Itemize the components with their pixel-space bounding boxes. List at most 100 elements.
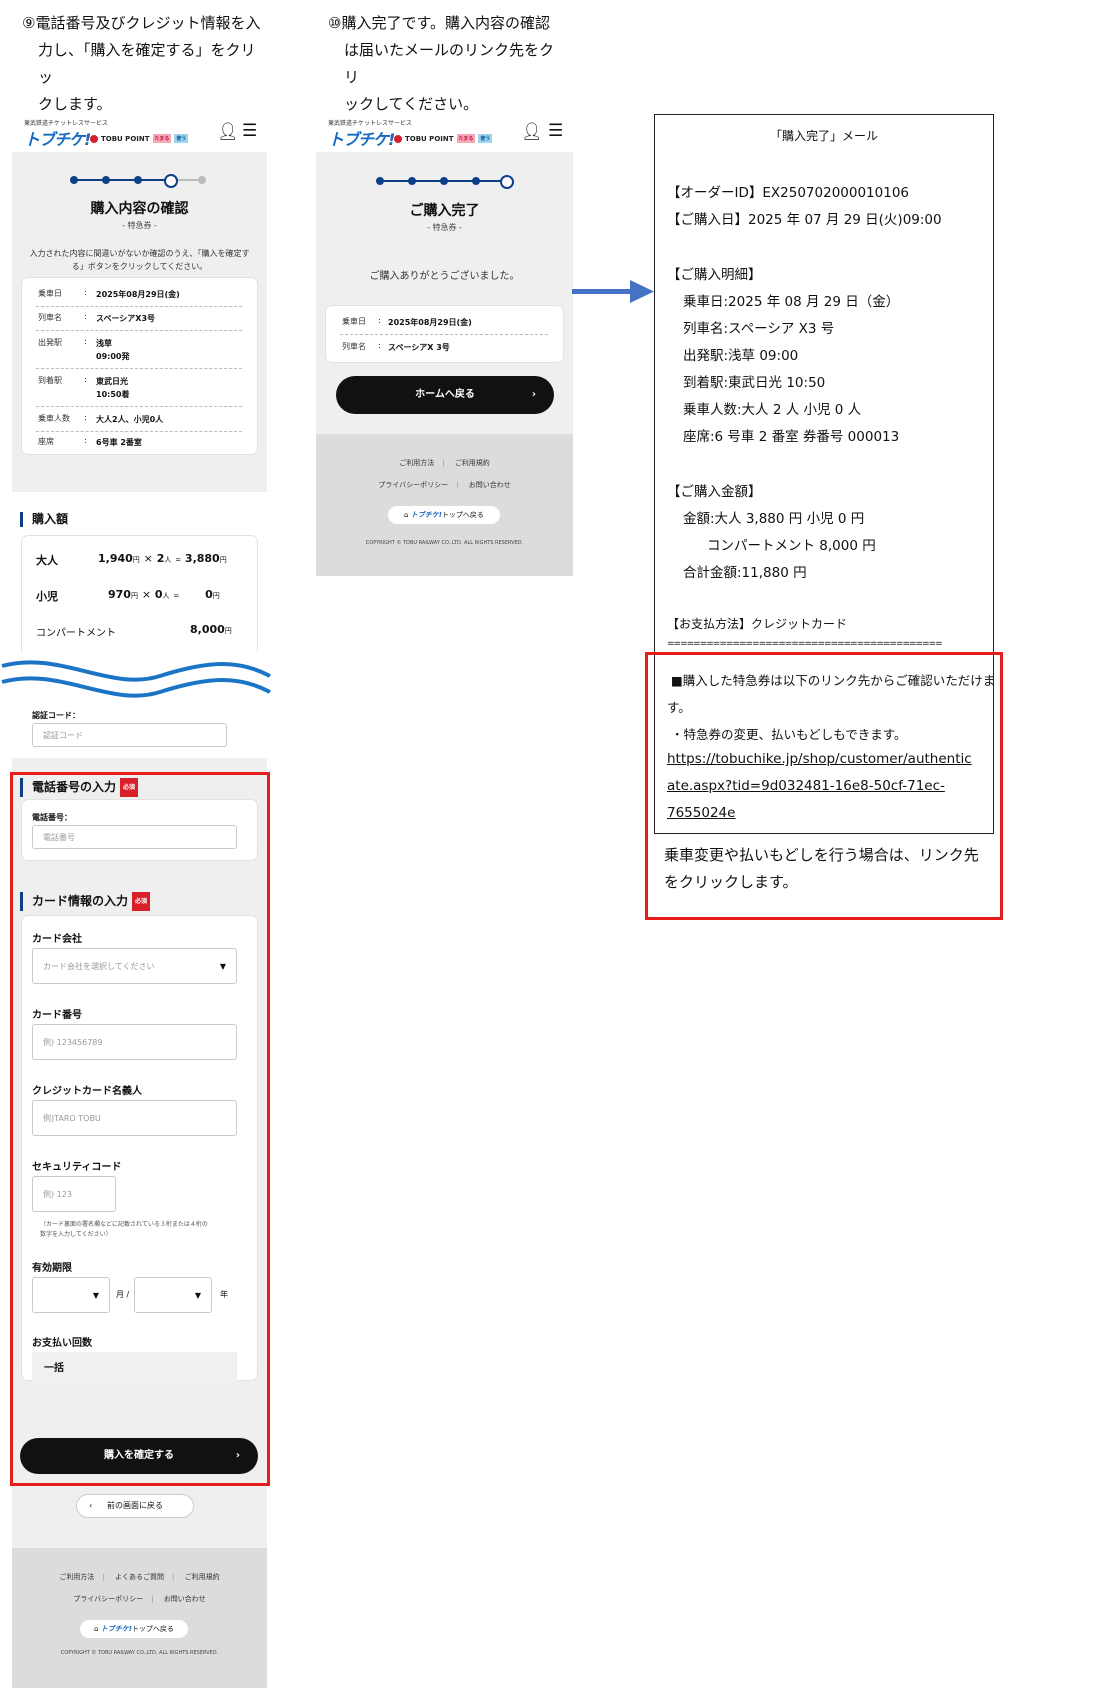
mail-divider: ========================================… [667,639,943,649]
home-icon: ⌂ [404,511,409,519]
app-header: 東武鉄道チケットレスサービス トブチケ! TOBU POINT たまる 使う 👤… [316,112,573,152]
progress-steps [376,174,514,189]
confirm-note: 入力された内容に間違いがないか確認のうえ、「購入を確定す る」ボタンをクリックし… [12,247,267,273]
page-subtitle: - 特急券 - [427,223,462,232]
mail-arrive: 到着駅:東武日光 10:50 [683,375,826,391]
footer: ご利用方法 | よくあるご質問 | ご利用規約 プライバシーポリシー | お問い合わせ… [12,1548,267,1688]
brand-logo[interactable]: トブチケ! [328,126,395,150]
tobu-point-badge: TOBU POINT たまる 使う [90,134,189,143]
user-icon[interactable]: 👤︎ [217,122,239,142]
footer-link-privacy[interactable]: プライバシーポリシー [65,1595,151,1603]
back-button-label: 前の画面に戻る [107,1501,163,1510]
tobu-point-icon [90,134,98,143]
price-child-calc: 970円 × 0人 = 0円 [108,588,220,601]
mail-train: 列車名:スペーシア X3 号 [683,321,835,337]
footer-link-terms[interactable]: ご利用規約 [177,1573,228,1581]
footer-links: ご利用方法 | よくあるご質問 | ご利用規約 [12,1572,267,1582]
home-button-label: ホームへ戻る [415,389,475,400]
footer-top-button[interactable]: ⌂ トブチケ!トップへ戻る [388,506,500,524]
brand-logo[interactable]: トブチケ! [24,126,91,150]
tag-save: たまる [152,134,172,143]
step10-line: は届いたメールのリンク先をクリ [344,41,555,86]
step10-instruction: ⑩購入完了です。購入内容の確認 は届いたメールのリンク先をクリ ックしてください… [328,10,568,118]
price-label: 小児 [36,590,58,603]
mail-payment: 【お支払方法】クレジットカード [667,617,848,631]
mail-title: 「購入完了」メール [769,129,878,143]
complete-screen: 東武鉄道チケットレスサービス トブチケ! TOBU POINT たまる 使う 👤… [316,112,573,576]
mail-ride-date: 乗車日:2025 年 08 月 29 日（金） [683,294,900,310]
progress-step [198,176,206,184]
mail-purchase-date: 【ご購入日】2025 年 07 月 29 日(火)09:00 [667,212,942,228]
progress-step-current [164,174,178,188]
mail-depart: 出発駅:浅草 09:00 [683,348,799,364]
ride-details-card: 乗車日:2025年08月29日(金) 列車名: スペーシアX3号 出発駅: 浅草 0… [22,278,257,454]
step9-instruction: ⑨電話番号及びクレジット情報を入 力し、「購入を確定する」をクリッ クします。 [22,10,262,118]
tobu-point-icon [394,134,402,143]
progress-step [70,176,78,184]
highlight-payment-section [10,772,270,1486]
back-button[interactable]: ‹ 前の画面に戻る [76,1494,194,1518]
footer-link-usage[interactable]: ご利用方法 [391,459,442,467]
mail-order-id: 【オーダーID】EX250702000010106 [667,185,909,201]
footer-link-usage[interactable]: ご利用方法 [51,1573,102,1581]
chevron-left-icon: ‹ [89,1501,93,1510]
footer-top-button[interactable]: ⌂ トブチケ!トップへ戻る [80,1620,188,1638]
omission-wave [0,652,272,704]
price-adult-calc: 1,940円 × 2人 = 3,880円 [98,552,227,565]
home-button[interactable]: ホームへ戻る › [336,376,554,414]
menu-icon[interactable]: ☰ [242,121,257,141]
highlight-link-section [645,652,1003,920]
mail-amount-heading: 【ご購入金額】 [667,484,762,500]
mail-passengers: 乗車人数:大人 2 人 小児 0 人 [683,402,862,418]
price-label: コンパートメント [36,628,116,639]
mail-amount: 金額:大人 3,880 円 小児 0 円 [683,511,865,527]
progress-step [134,176,142,184]
page-title: 購入内容の確認 [90,201,189,217]
step9-line: 力し、「購入を確定する」をクリッ [38,41,256,86]
price-label: 大人 [36,554,58,567]
confirm-note-line: る」ボタンをクリックしてください。 [71,262,208,271]
footer-links: プライバシーポリシー | お問い合わせ [316,480,573,490]
confirm-note-line: 入力された内容に間違いがないか確認のうえ、「購入を確定す [29,249,250,258]
price-compartment-total: 8,000円 [190,623,232,636]
page-title: ご購入完了 [409,203,480,219]
footer-link-privacy[interactable]: プライバシーポリシー [370,481,456,489]
tag-use: 使う [174,134,189,143]
mail-details-heading: 【ご購入明細】 [667,267,762,283]
footer-link-terms[interactable]: ご利用規約 [447,459,498,467]
footer: ご利用方法 | ご利用規約 プライバシーポリシー | お問い合わせ ⌂ トブチケ!ト… [316,434,573,576]
footer-link-contact[interactable]: お問い合わせ [461,481,519,489]
mail-compartment: コンパートメント 8,000 円 [707,538,876,554]
user-icon[interactable]: 👤︎ [521,122,543,142]
mail-seat: 座席:6 号車 2 番室 券番号 000013 [683,429,900,445]
home-icon: ⌂ [94,1625,99,1633]
menu-icon[interactable]: ☰ [548,121,563,141]
ride-summary-card: 乗車日:2025年08月29日(金) 列車名: スペーシアX 3号 [326,306,563,362]
tobu-point-label: TOBU POINT [405,134,454,143]
tag-use: 使う [478,134,493,143]
price-heading: 購入額 [20,512,68,527]
thanks-message: ご購入ありがとうございました。 [369,271,520,282]
footer-link-faq[interactable]: よくあるご質問 [107,1573,172,1581]
auth-code-label: 認証コード： [32,711,80,720]
progress-steps [70,173,206,188]
progress-step-current [500,175,514,189]
step9-line: ⑨電話番号及びクレジット情報を入 [22,14,261,32]
footer-links: ご利用方法 | ご利用規約 [316,458,573,468]
mail-total: 合計金額:11,880 円 [683,565,807,581]
copyright: COPYRIGHT © TOBU RAILWAY CO.,LTD. ALL RI… [365,540,524,546]
page-subtitle: - 特急券 - [122,221,157,230]
auth-code-input[interactable]: 認証コード [32,723,227,747]
app-header: 東武鉄道チケットレスサービス トブチケ! TOBU POINT たまる 使う 👤… [12,112,267,152]
copyright: COPYRIGHT © TOBU RAILWAY CO.,LTD. ALL RI… [60,1650,219,1656]
tobu-point-label: TOBU POINT [101,134,150,143]
progress-step [102,176,110,184]
tag-save: たまる [456,134,476,143]
chevron-right-icon: › [531,389,536,400]
price-card: 大人 1,940円 × 2人 = 3,880円 小児 970円 × 0人 = 0… [22,536,257,656]
arrow-right-icon [572,280,654,303]
step10-line: ⑩購入完了です。購入内容の確認 [328,14,550,32]
footer-links: プライバシーポリシー | お問い合わせ [12,1594,267,1604]
tobu-point-badge: TOBU POINT たまる 使う [394,134,493,143]
footer-link-contact[interactable]: お問い合わせ [156,1595,214,1603]
